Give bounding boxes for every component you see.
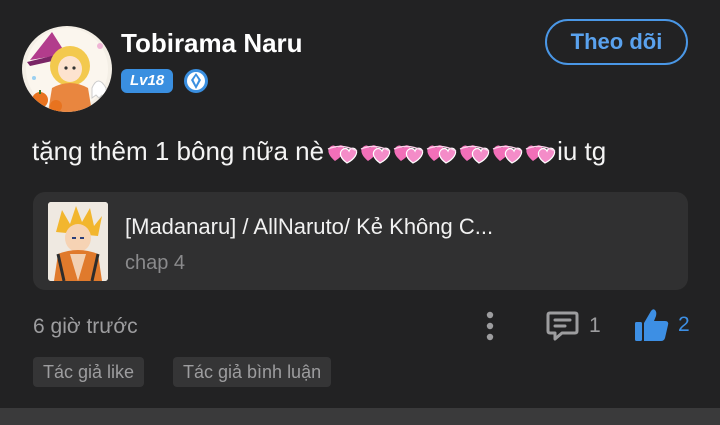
comment-count-button[interactable]: 1 [546, 310, 601, 342]
story-card[interactable]: [Madanaru] / AllNaruto/ Kẻ Không C... ch… [33, 192, 688, 290]
heart-emoji-icon [360, 144, 391, 164]
comment-count: 1 [589, 314, 601, 337]
heart-emoji-icon [525, 144, 556, 164]
comment-icon [546, 311, 579, 341]
story-title[interactable]: [Madanaru] / AllNaruto/ Kẻ Không C... [125, 214, 493, 240]
pink-hearts-icon [326, 139, 557, 165]
heart-emoji-icon [492, 144, 523, 164]
bottom-divider [0, 408, 720, 425]
user-avatar[interactable] [22, 26, 112, 112]
tag-author-like: Tác giả like [33, 357, 145, 387]
follow-button[interactable]: Theo dõi [545, 19, 688, 65]
verified-badge-icon [184, 69, 209, 93]
comment-body: tặng thêm 1 bông nữa nè [32, 136, 325, 166]
like-button[interactable]: 2 [634, 308, 690, 342]
heart-emoji-icon [426, 144, 457, 164]
story-cover-image [48, 202, 108, 281]
timestamp: 6 giờ trước [33, 315, 138, 338]
comment-text: tặng thêm 1 bông nữa nè iu tg [32, 136, 606, 167]
heart-emoji-icon [459, 144, 490, 164]
tag-author-comment: Tác giả bình luận [173, 357, 332, 387]
thumbs-up-icon [635, 309, 669, 341]
more-vertical-icon[interactable] [480, 310, 500, 342]
story-chapter: chap 4 [125, 252, 186, 274]
level-badge: Lv18 [121, 69, 174, 93]
heart-emoji-icon [393, 144, 424, 164]
like-count: 2 [678, 313, 690, 336]
username[interactable]: Tobirama Naru [121, 28, 303, 59]
heart-emoji-icon [327, 144, 358, 164]
user-badges: Lv18 [121, 68, 209, 94]
comment-suffix: iu tg [557, 136, 607, 166]
